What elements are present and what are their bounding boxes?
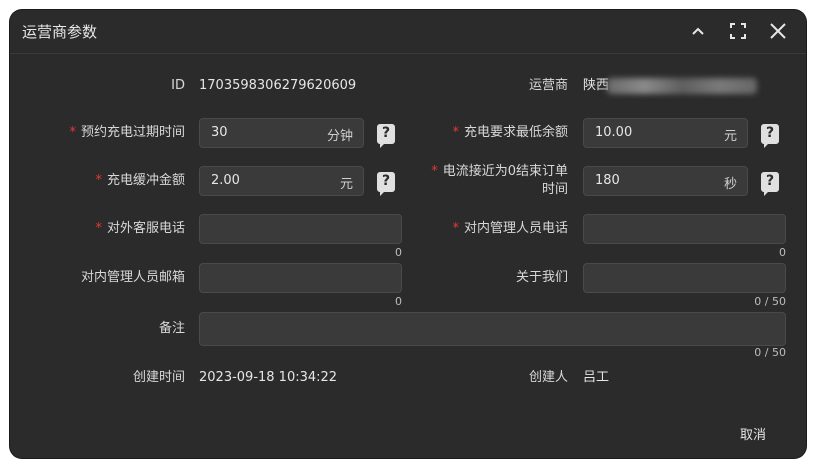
internal-phone-label: * 对内管理人员电话 [410, 220, 568, 238]
buffer-amount-label: * 充电缓冲金额 [30, 172, 185, 190]
min-balance-input[interactable]: 10.00 元 [583, 118, 748, 148]
buffer-amount-unit: 元 [339, 177, 353, 192]
fullscreen-icon[interactable] [728, 21, 748, 41]
required-mark: * [452, 125, 459, 140]
current-end-time-label-line1: 电流接近为0结束订单 [442, 164, 568, 179]
current-end-time-label: * 电流接近为0结束订单 时间 [410, 163, 568, 199]
external-phone-input[interactable] [199, 214, 402, 244]
external-phone-counter: 0 [395, 246, 402, 259]
created-time-value: 2023-09-18 10:34:22 [199, 370, 338, 385]
required-mark: * [69, 125, 76, 140]
buffer-amount-value: 2.00 [211, 173, 240, 188]
internal-email-input[interactable] [199, 263, 402, 293]
reserve-expire-unit: 分钟 [326, 129, 353, 144]
id-label: ID [171, 78, 185, 93]
close-icon[interactable] [768, 21, 788, 41]
created-time-label: 创建时间 [132, 370, 185, 385]
internal-phone-label-text: 对内管理人员电话 [463, 221, 568, 236]
internal-phone-input[interactable] [583, 214, 786, 244]
external-phone-label-text: 对外客服电话 [106, 221, 185, 236]
internal-phone-counter: 0 [779, 246, 786, 259]
reserve-expire-label-text: 预约充电过期时间 [80, 125, 185, 140]
min-balance-label: * 充电要求最低余额 [410, 124, 568, 142]
min-balance-value: 10.00 [595, 125, 633, 140]
operator-label: 运营商 [528, 78, 568, 93]
about-us-input[interactable] [583, 263, 786, 293]
operator-value: 陕西 [583, 78, 610, 93]
dialog-header: 运营商参数 [10, 10, 806, 54]
internal-email-counter: 0 [395, 295, 402, 308]
current-end-time-unit: 秒 [723, 177, 737, 192]
cancel-button[interactable]: 取消 [740, 424, 766, 443]
help-icon[interactable]: ? [377, 124, 395, 148]
buffer-amount-label-text: 充电缓冲金额 [106, 173, 185, 188]
current-end-time-input[interactable]: 180 秒 [583, 166, 748, 196]
required-mark: * [95, 221, 102, 236]
internal-email-label: 对内管理人员邮箱 [80, 270, 185, 285]
reserve-expire-input[interactable]: 30 分钟 [199, 118, 364, 148]
external-phone-label: * 对外客服电话 [30, 220, 185, 238]
reserve-expire-value: 30 [211, 125, 228, 140]
required-mark: * [95, 173, 102, 188]
remark-counter: 0 / 50 [754, 346, 786, 359]
about-us-label: 关于我们 [515, 270, 568, 285]
current-end-time-label-line2: 时间 [541, 182, 568, 197]
min-balance-unit: 元 [723, 129, 737, 144]
help-icon[interactable]: ? [761, 172, 779, 196]
current-end-time-value: 180 [595, 173, 620, 188]
remark-input[interactable] [199, 312, 786, 346]
required-mark: * [431, 164, 438, 179]
chevron-up-icon[interactable] [688, 21, 708, 41]
id-value: 1703598306279620609 [199, 78, 357, 93]
min-balance-label-text: 充电要求最低余额 [463, 125, 568, 140]
remark-label: 备注 [158, 321, 185, 336]
dialog-title: 运营商参数 [22, 23, 98, 41]
creator-value: 吕工 [583, 370, 610, 385]
creator-label: 创建人 [528, 370, 568, 385]
reserve-expire-label: * 预约充电过期时间 [30, 124, 185, 142]
help-icon[interactable]: ? [377, 172, 395, 196]
buffer-amount-input[interactable]: 2.00 元 [199, 166, 364, 196]
help-icon[interactable]: ? [761, 124, 779, 148]
about-us-counter: 0 / 50 [754, 295, 786, 308]
required-mark: * [452, 221, 459, 236]
operator-name-redacted [607, 78, 757, 94]
